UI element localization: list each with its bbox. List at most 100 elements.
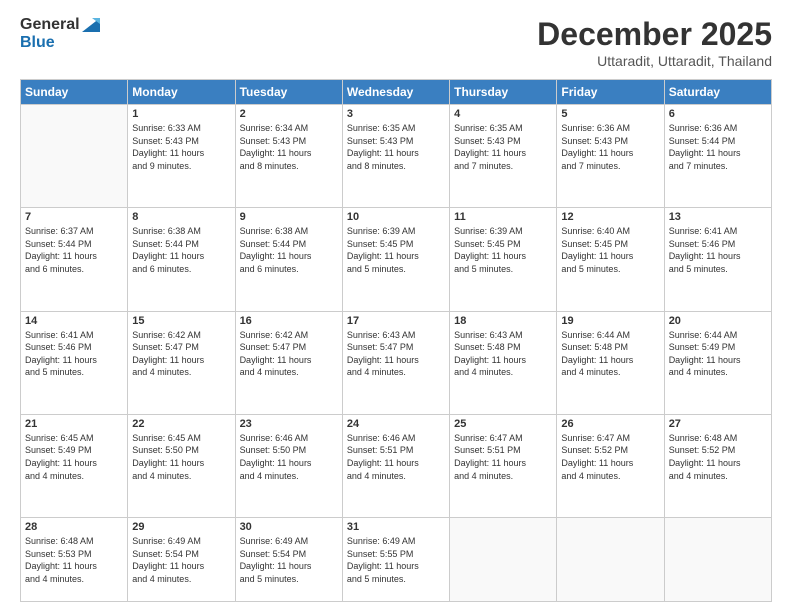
header-cell-saturday: Saturday: [664, 80, 771, 105]
day-number: 30: [240, 521, 338, 533]
day-number: 7: [25, 211, 123, 223]
day-number: 21: [25, 418, 123, 430]
page: General Blue December 2025 Uttaradit, Ut…: [0, 0, 792, 612]
day-cell: 5 Sunrise: 6:36 AM Sunset: 5:43 PM Daylig…: [557, 105, 664, 208]
day-number: 28: [25, 521, 123, 533]
day-cell: 26Sunrise: 6:47 AM Sunset: 5:52 PM Dayli…: [557, 414, 664, 517]
day-number: 31: [347, 521, 445, 533]
day-cell: 13 Sunrise: 6:41 AM Sunset: 5:46 PM Dayli…: [664, 208, 771, 311]
day-number: 5: [561, 108, 659, 120]
day-cell: 1 Sunrise: 6:33 AM Sunset: 5:43 PM Daylig…: [128, 105, 235, 208]
day-info: Sunrise: 6:49 AM Sunset: 5:54 PM Dayligh…: [240, 535, 338, 585]
day-info: Sunrise: 6:47 AM Sunset: 5:52 PM Dayligh…: [561, 432, 659, 482]
day-number: 15: [132, 315, 230, 327]
day-number: 29: [132, 521, 230, 533]
day-info: Sunrise: 6:42 AM Sunset: 5:47 PM Dayligh…: [240, 329, 338, 379]
day-number: 22: [132, 418, 230, 430]
day-number: 4: [454, 108, 552, 120]
day-number: 23: [240, 418, 338, 430]
day-info: Sunrise: 6:38 AM Sunset: 5:44 PM Dayligh…: [240, 225, 338, 275]
day-cell: 8Sunrise: 6:38 AM Sunset: 5:44 PM Daylig…: [128, 208, 235, 311]
day-cell: 23 Sunrise: 6:46 AM Sunset: 5:50 PM Dayli…: [235, 414, 342, 517]
day-info: Sunrise: 6:39 AM Sunset: 5:45 PM Dayligh…: [347, 225, 445, 275]
day-info: Sunrise: 6:36 AM Sunset: 5:43 PM Dayligh…: [561, 122, 659, 172]
day-info: Sunrise: 6:41 AM Sunset: 5:46 PM Dayligh…: [25, 329, 123, 379]
subtitle: Uttaradit, Uttaradit, Thailand: [537, 53, 772, 69]
day-cell: 20 Sunrise: 6:44 AM Sunset: 5:49 PM Dayli…: [664, 311, 771, 414]
top-section: General Blue December 2025 Uttaradit, Ut…: [20, 16, 772, 69]
day-info: Sunrise: 6:33 AM Sunset: 5:43 PM Dayligh…: [132, 122, 230, 172]
day-cell: [21, 105, 128, 208]
day-number: 17: [347, 315, 445, 327]
day-info: Sunrise: 6:37 AM Sunset: 5:44 PM Dayligh…: [25, 225, 123, 275]
day-info: Sunrise: 6:43 AM Sunset: 5:48 PM Dayligh…: [454, 329, 552, 379]
day-info: Sunrise: 6:34 AM Sunset: 5:43 PM Dayligh…: [240, 122, 338, 172]
day-number: 10: [347, 211, 445, 223]
day-cell: 7 Sunrise: 6:37 AM Sunset: 5:44 PM Daylig…: [21, 208, 128, 311]
day-number: 16: [240, 315, 338, 327]
day-info: Sunrise: 6:49 AM Sunset: 5:54 PM Dayligh…: [132, 535, 230, 585]
day-cell: 15 Sunrise: 6:42 AM Sunset: 5:47 PM Dayli…: [128, 311, 235, 414]
day-cell: 29 Sunrise: 6:49 AM Sunset: 5:54 PM Dayli…: [128, 518, 235, 602]
day-cell: 21 Sunrise: 6:45 AM Sunset: 5:49 PM Dayli…: [21, 414, 128, 517]
day-cell: 28 Sunrise: 6:48 AM Sunset: 5:53 PM Dayli…: [21, 518, 128, 602]
week-row-1: 1 Sunrise: 6:33 AM Sunset: 5:43 PM Daylig…: [21, 105, 772, 208]
day-cell: [557, 518, 664, 602]
day-cell: [664, 518, 771, 602]
day-cell: 4 Sunrise: 6:35 AM Sunset: 5:43 PM Daylig…: [450, 105, 557, 208]
day-cell: 25Sunrise: 6:47 AM Sunset: 5:51 PM Dayli…: [450, 414, 557, 517]
day-info: Sunrise: 6:46 AM Sunset: 5:51 PM Dayligh…: [347, 432, 445, 482]
calendar: SundayMondayTuesdayWednesdayThursdayFrid…: [20, 79, 772, 602]
day-number: 8: [132, 211, 230, 223]
header-row: SundayMondayTuesdayWednesdayThursdayFrid…: [21, 80, 772, 105]
logo: General Blue: [20, 16, 100, 51]
day-info: Sunrise: 6:39 AM Sunset: 5:45 PM Dayligh…: [454, 225, 552, 275]
day-number: 1: [132, 108, 230, 120]
day-number: 13: [669, 211, 767, 223]
day-info: Sunrise: 6:48 AM Sunset: 5:52 PM Dayligh…: [669, 432, 767, 482]
day-cell: 27Sunrise: 6:48 AM Sunset: 5:52 PM Dayli…: [664, 414, 771, 517]
header-cell-friday: Friday: [557, 80, 664, 105]
day-number: 20: [669, 315, 767, 327]
day-number: 25: [454, 418, 552, 430]
day-cell: 30 Sunrise: 6:49 AM Sunset: 5:54 PM Dayli…: [235, 518, 342, 602]
day-cell: 12 Sunrise: 6:40 AM Sunset: 5:45 PM Dayli…: [557, 208, 664, 311]
header-cell-monday: Monday: [128, 80, 235, 105]
day-number: 2: [240, 108, 338, 120]
header-cell-thursday: Thursday: [450, 80, 557, 105]
week-row-2: 7 Sunrise: 6:37 AM Sunset: 5:44 PM Daylig…: [21, 208, 772, 311]
day-cell: 31 Sunrise: 6:49 AM Sunset: 5:55 PM Dayli…: [342, 518, 449, 602]
day-info: Sunrise: 6:46 AM Sunset: 5:50 PM Dayligh…: [240, 432, 338, 482]
day-info: Sunrise: 6:40 AM Sunset: 5:45 PM Dayligh…: [561, 225, 659, 275]
week-row-5: 28 Sunrise: 6:48 AM Sunset: 5:53 PM Dayli…: [21, 518, 772, 602]
header-cell-sunday: Sunday: [21, 80, 128, 105]
day-cell: 3Sunrise: 6:35 AM Sunset: 5:43 PM Daylig…: [342, 105, 449, 208]
day-info: Sunrise: 6:45 AM Sunset: 5:49 PM Dayligh…: [25, 432, 123, 482]
day-number: 14: [25, 315, 123, 327]
day-cell: 24 Sunrise: 6:46 AM Sunset: 5:51 PM Dayli…: [342, 414, 449, 517]
day-cell: 14 Sunrise: 6:41 AM Sunset: 5:46 PM Dayli…: [21, 311, 128, 414]
day-info: Sunrise: 6:42 AM Sunset: 5:47 PM Dayligh…: [132, 329, 230, 379]
day-info: Sunrise: 6:41 AM Sunset: 5:46 PM Dayligh…: [669, 225, 767, 275]
day-number: 11: [454, 211, 552, 223]
day-number: 18: [454, 315, 552, 327]
day-info: Sunrise: 6:35 AM Sunset: 5:43 PM Dayligh…: [454, 122, 552, 172]
week-row-3: 14 Sunrise: 6:41 AM Sunset: 5:46 PM Dayli…: [21, 311, 772, 414]
day-info: Sunrise: 6:43 AM Sunset: 5:47 PM Dayligh…: [347, 329, 445, 379]
day-cell: 11 Sunrise: 6:39 AM Sunset: 5:45 PM Dayli…: [450, 208, 557, 311]
day-number: 19: [561, 315, 659, 327]
day-info: Sunrise: 6:35 AM Sunset: 5:43 PM Dayligh…: [347, 122, 445, 172]
day-info: Sunrise: 6:44 AM Sunset: 5:49 PM Dayligh…: [669, 329, 767, 379]
day-cell: 9Sunrise: 6:38 AM Sunset: 5:44 PM Daylig…: [235, 208, 342, 311]
day-cell: 18 Sunrise: 6:43 AM Sunset: 5:48 PM Dayli…: [450, 311, 557, 414]
title-section: December 2025 Uttaradit, Uttaradit, Thai…: [537, 16, 772, 69]
day-info: Sunrise: 6:48 AM Sunset: 5:53 PM Dayligh…: [25, 535, 123, 585]
day-number: 12: [561, 211, 659, 223]
day-number: 24: [347, 418, 445, 430]
day-info: Sunrise: 6:36 AM Sunset: 5:44 PM Dayligh…: [669, 122, 767, 172]
day-cell: 10 Sunrise: 6:39 AM Sunset: 5:45 PM Dayli…: [342, 208, 449, 311]
day-cell: 22Sunrise: 6:45 AM Sunset: 5:50 PM Dayli…: [128, 414, 235, 517]
main-title: December 2025: [537, 16, 772, 53]
day-cell: 19Sunrise: 6:44 AM Sunset: 5:48 PM Dayli…: [557, 311, 664, 414]
day-info: Sunrise: 6:49 AM Sunset: 5:55 PM Dayligh…: [347, 535, 445, 585]
